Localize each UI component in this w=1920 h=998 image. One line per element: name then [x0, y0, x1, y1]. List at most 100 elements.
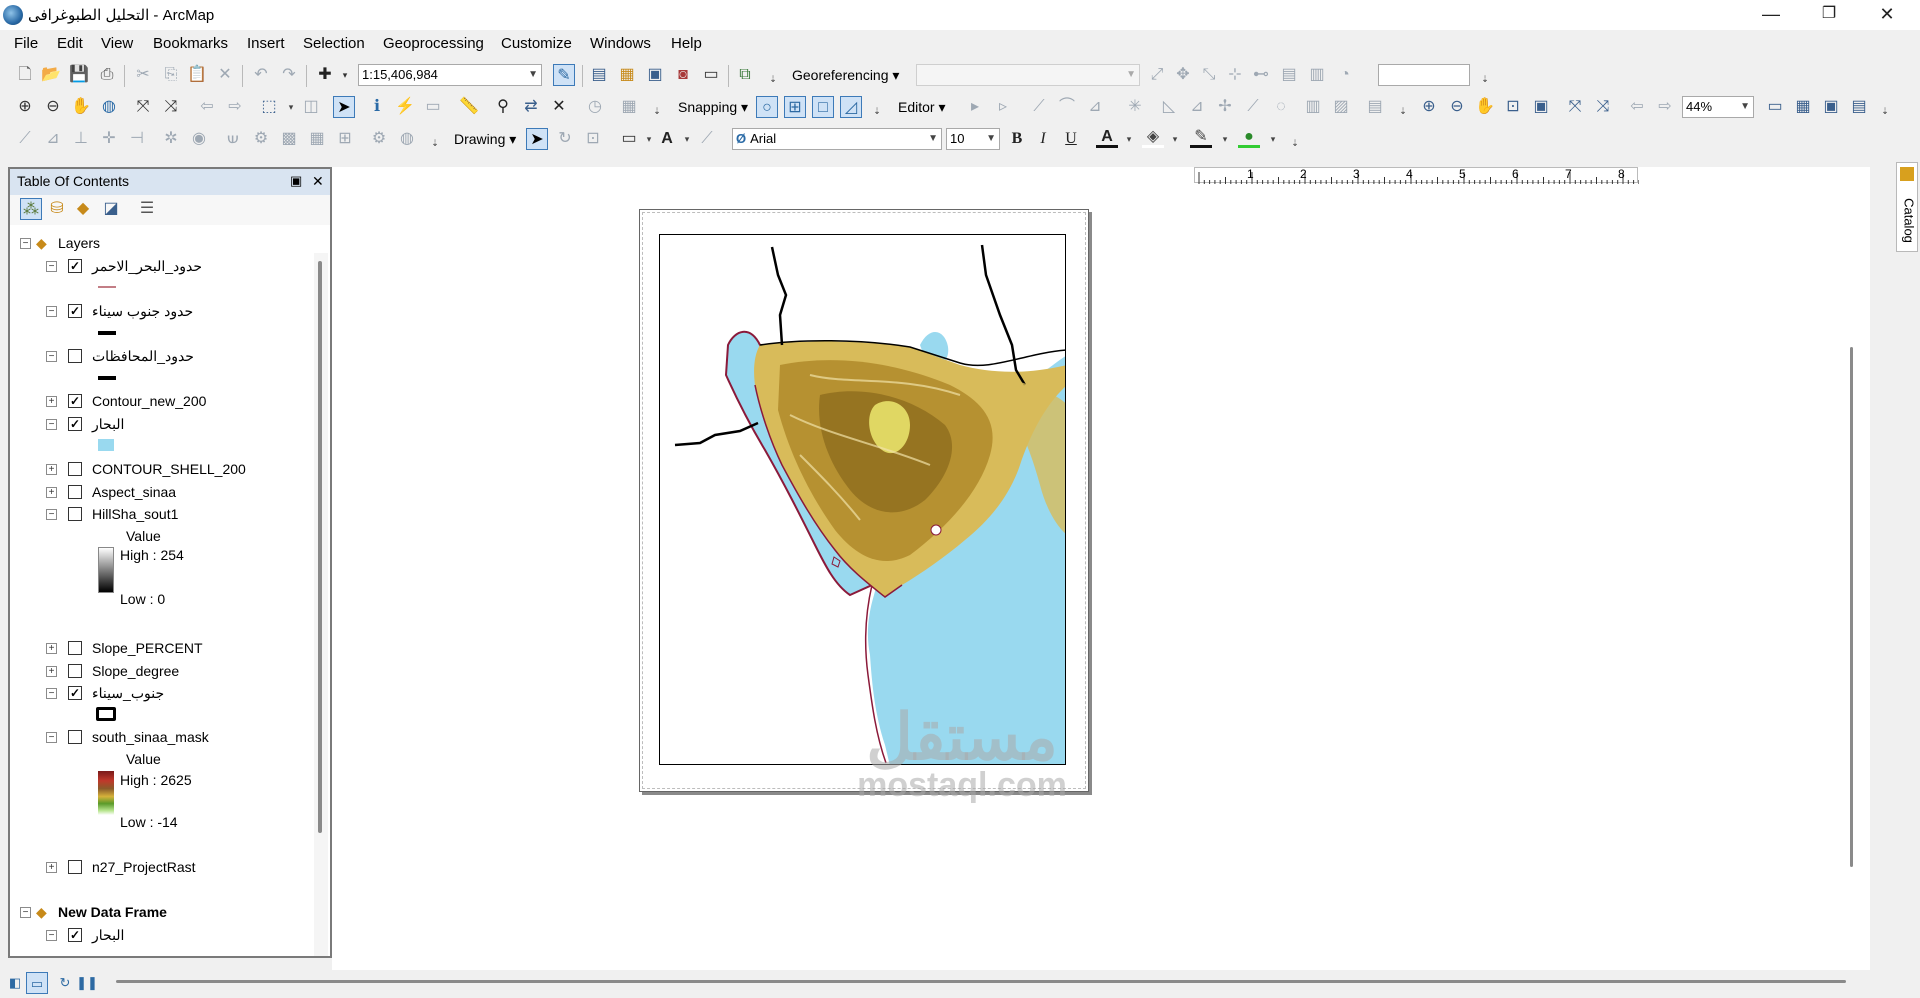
line-color-dropdown-icon[interactable]: ▾ [1214, 128, 1236, 150]
collapse-icon[interactable]: − [46, 688, 57, 699]
toc-layer-slope-percent[interactable]: + Slope_PERCENT [46, 638, 326, 658]
marker-color-dropdown-icon[interactable]: ▾ [1262, 128, 1284, 150]
restore-button[interactable]: ❐ [1800, 0, 1858, 30]
layout-zoom-percent-select[interactable]: 44% ▼ [1682, 96, 1754, 118]
underline-button[interactable]: U [1060, 128, 1082, 150]
toc-layer-seas[interactable]: − ✓ البحار [46, 414, 326, 434]
layer-visibility-checkbox[interactable] [68, 641, 82, 655]
previous-extent-icon[interactable]: ⇦ [1626, 96, 1648, 118]
reshape-icon[interactable]: ◺ [1158, 96, 1180, 118]
toggle-draft-mode-icon[interactable]: ▭ [1764, 96, 1786, 118]
replace-geometry-icon[interactable]: ◍ [396, 128, 418, 150]
cut-polygons-icon[interactable]: ⊿ [1186, 96, 1208, 118]
collapse-icon[interactable]: − [46, 306, 57, 317]
edit-vertices-drawing-icon[interactable]: ⟋ [696, 128, 718, 150]
rectangle-tool-icon[interactable]: ▭ [618, 128, 640, 150]
generalize-icon[interactable]: ⊞ [334, 128, 356, 150]
redo-icon[interactable]: ↷ [278, 64, 300, 86]
fill-color-icon[interactable]: ◈ [1142, 126, 1164, 148]
layer-visibility-checkbox[interactable] [68, 730, 82, 744]
auto-registration-icon[interactable]: ⊷ [1250, 64, 1272, 86]
identify-icon[interactable]: ℹ [366, 96, 388, 118]
add-data-icon[interactable]: ✚ [314, 64, 336, 86]
transparency-icon[interactable]: ◔ [1334, 64, 1356, 86]
straight-segment-icon[interactable]: ⟋ [1028, 96, 1050, 118]
fill-color-dropdown-icon[interactable]: ▾ [1164, 128, 1186, 150]
html-popup-icon[interactable]: ▭ [422, 96, 444, 118]
chevron-down-icon[interactable]: ▼ [1740, 97, 1750, 117]
layout-zoom-out-icon[interactable]: ⊖ [1446, 96, 1468, 118]
print-icon[interactable]: ⎙ [96, 64, 118, 86]
topology-modify-edge-icon[interactable]: ⊿ [42, 128, 64, 150]
fixed-zoom-out-layout-icon[interactable]: ⤨ [1592, 96, 1614, 118]
grid-icon[interactable]: ▦ [306, 128, 328, 150]
undo-icon[interactable]: ↶ [250, 64, 272, 86]
list-by-drawing-order-icon[interactable]: ⁂ [20, 198, 42, 220]
chevron-down-icon[interactable]: ▼ [986, 129, 996, 149]
layer-visibility-checkbox[interactable]: ✓ [68, 304, 82, 318]
toolbar-overflow-icon[interactable]: ⇣ [1284, 132, 1306, 154]
hyperlink-icon[interactable]: ⚡ [394, 96, 416, 118]
toc-layer-slope-degree[interactable]: + Slope_degree [46, 661, 326, 681]
pan-hand-icon[interactable]: ✋ [70, 96, 92, 118]
text-tool-icon[interactable]: A [656, 128, 678, 150]
layer-visibility-checkbox[interactable]: ✓ [68, 928, 82, 942]
point-snapping-icon[interactable]: ○ [756, 96, 778, 118]
bold-button[interactable]: B [1006, 128, 1028, 150]
layout-view-icon[interactable]: ▤ [588, 64, 610, 86]
menu-file[interactable]: File [14, 35, 38, 52]
menu-view[interactable]: View [101, 35, 133, 52]
collapse-icon[interactable]: − [46, 419, 57, 430]
topology-reshape-icon[interactable]: ✛ [98, 128, 120, 150]
copy-icon[interactable]: ⎘ [160, 64, 182, 86]
toc-layer-south-sinai[interactable]: − ✓ جنوب_سيناء [46, 683, 326, 703]
expand-icon[interactable]: + [46, 487, 57, 498]
text-dropdown-icon[interactable]: ▾ [676, 128, 698, 150]
expand-icon[interactable]: + [46, 666, 57, 677]
toolbar-overflow-icon[interactable]: ⇣ [1874, 100, 1896, 122]
open-folder-icon[interactable]: 📂 [40, 64, 62, 86]
toc-layer-south-sinaa-mask[interactable]: − south_sinaa_mask [46, 727, 326, 747]
fix-topology-icon[interactable]: ⟒ [222, 128, 244, 150]
toc-layer-seas-second[interactable]: − ✓ البحار [46, 925, 326, 945]
toc-layer-hillsha-sout1[interactable]: − HillSha_sout1 [46, 504, 326, 524]
menu-bookmarks[interactable]: Bookmarks [153, 35, 228, 52]
toc-options-icon[interactable]: ☰ [136, 198, 158, 220]
fixed-zoom-in-icon[interactable]: ⤧ [132, 96, 154, 118]
edge-snapping-icon[interactable]: ◿ [840, 96, 862, 118]
toc-layer-aspect-sinaa[interactable]: + Aspect_sinaa [46, 482, 326, 502]
line-color-icon[interactable]: ✎ [1190, 126, 1212, 148]
shift-icon[interactable]: ✥ [1172, 64, 1194, 86]
refresh-icon[interactable]: ↻ [54, 972, 76, 994]
viewer-icon[interactable]: ▥ [1306, 64, 1328, 86]
menu-edit[interactable]: Edit [57, 35, 83, 52]
toc-scrollbar[interactable] [314, 253, 328, 956]
font-color-dropdown-icon[interactable]: ▾ [1118, 128, 1140, 150]
close-window-button[interactable]: ✕ [1858, 0, 1916, 30]
toc-layer-n27-projectrast[interactable]: + n27_ProjectRast [46, 857, 326, 877]
toolbar-overflow-icon[interactable]: ⇣ [762, 68, 784, 90]
fixed-zoom-in-layout-icon[interactable]: ⤧ [1564, 96, 1586, 118]
fixed-zoom-out-icon[interactable]: ⤨ [160, 96, 182, 118]
toc-scrollbar-thumb[interactable] [318, 261, 322, 833]
back-extent-icon[interactable]: ⇦ [196, 96, 218, 118]
collapse-icon[interactable]: − [46, 930, 57, 941]
layer-visibility-checkbox[interactable]: ✓ [68, 259, 82, 273]
edit-tool-icon[interactable]: ▸ [964, 96, 986, 118]
python-window-icon[interactable]: ▭ [700, 64, 722, 86]
split-tool-icon[interactable]: ✳ [1124, 96, 1146, 118]
clear-selection-icon[interactable]: ◫ [300, 96, 322, 118]
editor-menu[interactable]: Editor ▾ [898, 96, 946, 118]
find-binoculars-icon[interactable]: ⚲ [492, 96, 514, 118]
end-point-arc-icon[interactable]: ⌒ [1056, 96, 1078, 118]
expand-icon[interactable]: + [46, 396, 57, 407]
layout-view-toggle-icon[interactable]: ▭ [26, 972, 48, 994]
horizontal-scrollbar-thumb[interactable] [116, 980, 1846, 983]
next-extent-icon[interactable]: ⇨ [1654, 96, 1676, 118]
map-scale-input[interactable]: 1:15,406,984 ▼ [358, 64, 542, 86]
save-icon[interactable]: 💾 [68, 64, 90, 86]
catalog-tab[interactable]: Catalog [1896, 162, 1918, 252]
expand-icon[interactable]: + [46, 643, 57, 654]
add-control-points-icon[interactable]: ⊹ [1224, 64, 1246, 86]
zoom-100-percent-icon[interactable]: ▣ [1530, 96, 1552, 118]
